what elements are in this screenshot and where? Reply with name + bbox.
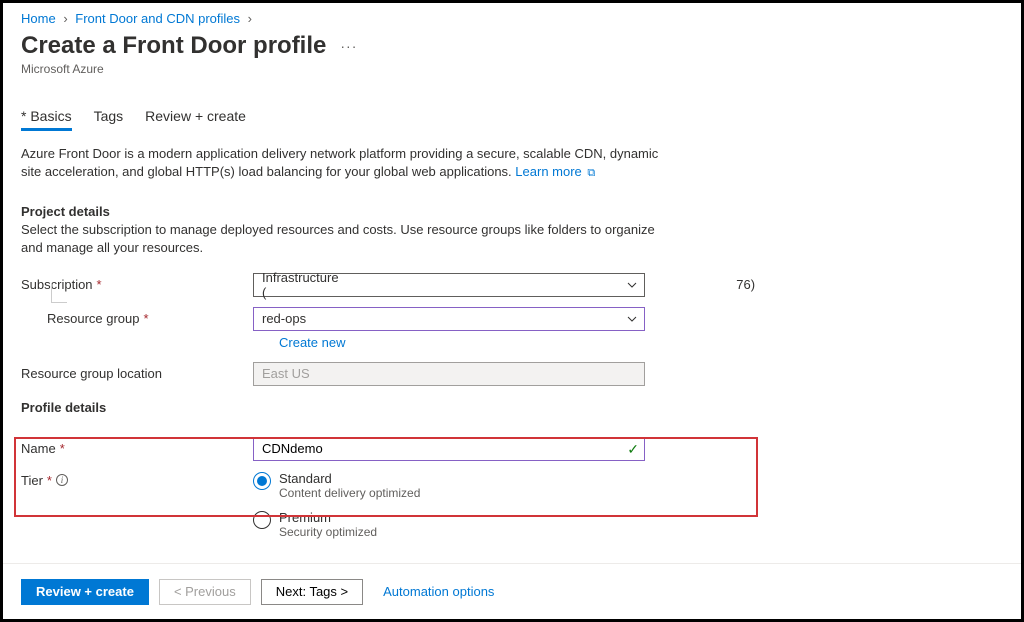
tier-label: Tier * i xyxy=(21,471,253,488)
page-content: Home › Front Door and CDN profiles › Cre… xyxy=(3,3,1021,561)
subscription-dropdown[interactable]: Infrastructure (aaaaaaaaaaaaaaaaaaaaaaaa… xyxy=(253,273,645,297)
page-subtitle: Microsoft Azure xyxy=(21,62,1003,76)
name-label: Name * xyxy=(21,441,253,456)
chevron-down-icon xyxy=(626,279,638,291)
project-details-heading: Project details xyxy=(21,204,1003,219)
tier-standard-text: Standard Content delivery optimized xyxy=(279,471,420,500)
breadcrumb-home[interactable]: Home xyxy=(21,11,56,26)
page-title: Create a Front Door profile xyxy=(21,32,326,60)
chevron-right-icon: › xyxy=(63,11,67,26)
footer-bar: Review + create < Previous Next: Tags > … xyxy=(3,563,1021,619)
tier-premium-text: Premium Security optimized xyxy=(279,510,377,539)
checkmark-icon: ✓ xyxy=(627,441,639,458)
name-input[interactable] xyxy=(253,437,645,461)
tabs: Basics Tags Review + create xyxy=(21,104,1003,131)
automation-options-link[interactable]: Automation options xyxy=(383,584,494,599)
previous-button: < Previous xyxy=(159,579,251,605)
chevron-right-icon: › xyxy=(248,11,252,26)
profile-details-heading: Profile details xyxy=(21,400,1003,415)
tab-basics[interactable]: Basics xyxy=(21,104,72,131)
breadcrumb-profiles[interactable]: Front Door and CDN profiles xyxy=(75,11,240,26)
review-create-button[interactable]: Review + create xyxy=(21,579,149,605)
tab-tags[interactable]: Tags xyxy=(94,104,124,131)
tier-standard-radio[interactable] xyxy=(253,472,271,490)
chevron-down-icon xyxy=(626,313,638,325)
project-details-sub: Select the subscription to manage deploy… xyxy=(21,221,661,257)
learn-more-link[interactable]: Learn more ⧉ xyxy=(515,164,595,179)
info-icon[interactable]: i xyxy=(56,474,68,486)
breadcrumb: Home › Front Door and CDN profiles › xyxy=(21,11,1003,26)
next-button[interactable]: Next: Tags > xyxy=(261,579,363,605)
location-label: Resource group location xyxy=(21,366,253,381)
tier-premium-radio[interactable] xyxy=(253,511,271,529)
create-new-rg-link[interactable]: Create new xyxy=(279,335,1003,350)
more-actions-icon[interactable]: ··· xyxy=(340,38,357,54)
external-link-icon: ⧉ xyxy=(587,166,595,181)
tab-review[interactable]: Review + create xyxy=(145,104,246,131)
intro-text: Azure Front Door is a modern application… xyxy=(21,145,661,182)
resource-group-dropdown[interactable]: red-ops xyxy=(253,307,645,331)
location-field: East US xyxy=(253,362,645,386)
resource-group-label: Resource group * xyxy=(47,311,253,326)
